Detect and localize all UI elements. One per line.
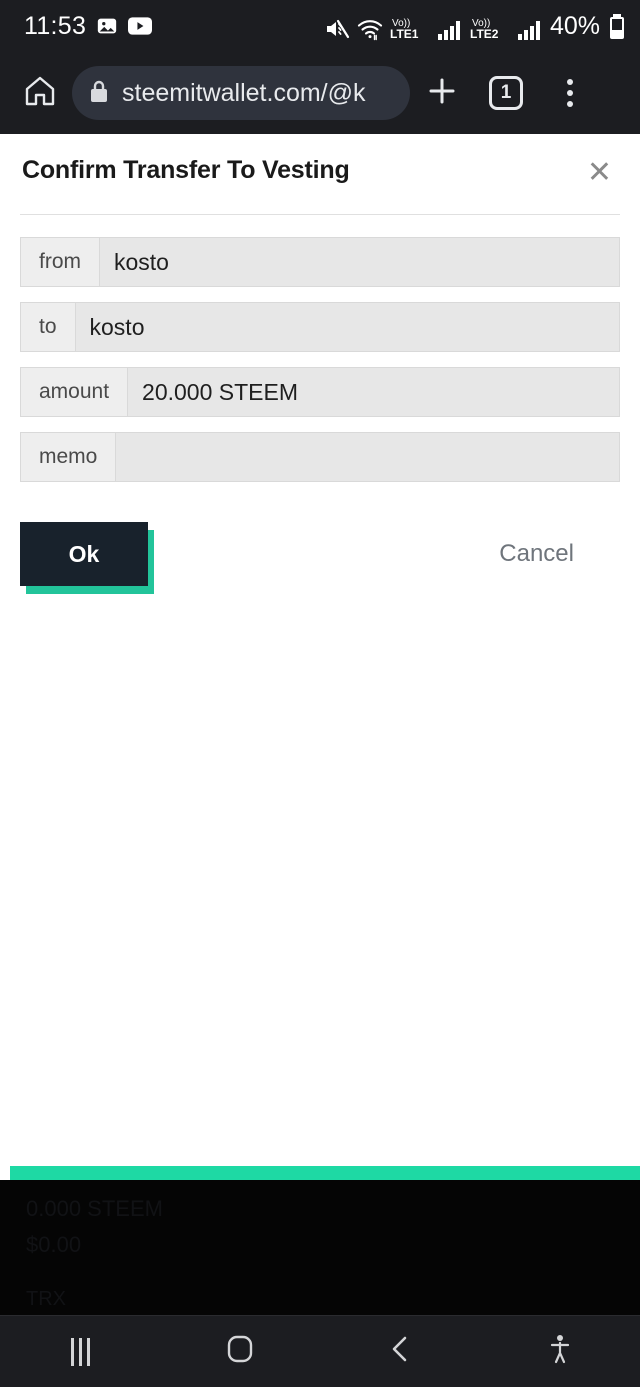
ok-button-wrapper: Ok (20, 522, 154, 594)
home-icon (23, 74, 57, 113)
overflow-menu-icon (567, 79, 573, 107)
page-content: Confirm Transfer To Vesting ✕ from kosto… (0, 134, 640, 1166)
header-divider (20, 214, 620, 215)
recents-icon (70, 1337, 90, 1366)
accent-bar (10, 1166, 640, 1180)
svg-text:LTE1: LTE1 (390, 27, 419, 41)
svg-text:LTE2: LTE2 (470, 27, 499, 41)
field-value-from: kosto (100, 238, 619, 286)
signal1-icon (437, 17, 463, 41)
home-square-icon (225, 1334, 255, 1369)
accessibility-button[interactable] (515, 1316, 605, 1387)
lock-icon (88, 78, 110, 109)
home-button[interactable] (195, 1316, 285, 1387)
volte1-icon: Vo)) LTE1 (390, 15, 430, 41)
field-value-amount: 20.000 STEEM (128, 368, 619, 416)
back-chevron-icon (387, 1334, 413, 1369)
field-label-to: to (21, 303, 76, 351)
field-value-to: kosto (75, 303, 619, 351)
youtube-icon (128, 17, 153, 35)
cancel-button[interactable]: Cancel (499, 540, 620, 568)
status-time: 11:53 (24, 11, 87, 40)
close-icon[interactable]: ✕ (581, 156, 618, 190)
dialog-header: Confirm Transfer To Vesting ✕ (0, 134, 640, 190)
volte2-icon: Vo)) LTE2 (470, 15, 510, 41)
battery-icon (608, 13, 626, 41)
field-row-from: from kosto (20, 237, 620, 287)
battery-percent: 40% (549, 11, 600, 40)
transfer-field-list: from kosto to kosto amount 20.000 STEEM … (0, 237, 640, 482)
android-nav-bar (0, 1315, 640, 1387)
url-bar[interactable]: steemitwallet.com/@k (72, 66, 410, 120)
tab-switcher-button[interactable]: 1 (474, 76, 538, 110)
field-value-memo (116, 433, 619, 481)
tab-count-badge: 1 (489, 76, 523, 110)
signal2-icon (517, 17, 543, 41)
dim-text-value: $0.00 (26, 1232, 82, 1257)
new-tab-button[interactable] (410, 74, 474, 113)
field-label-amount: amount (21, 368, 129, 416)
url-text: steemitwallet.com/@k (122, 78, 366, 107)
dimmed-background-region: 0.000 STEEM $0.00 TRX (0, 1180, 640, 1315)
field-row-to: to kosto (20, 302, 620, 352)
field-row-memo: memo (20, 432, 620, 482)
status-bar-left: 11:53 (24, 11, 153, 41)
accessibility-icon (546, 1333, 574, 1370)
status-bar: 11:53 Vo)) LTE1 Vo)) LTE2 40% (0, 0, 640, 52)
mute-icon (324, 17, 350, 41)
ok-button[interactable]: Ok (20, 522, 148, 586)
field-label-from: from (21, 238, 100, 286)
dialog-actions: Ok Cancel (0, 514, 640, 594)
photo-icon (96, 15, 118, 37)
status-bar-right: Vo)) LTE1 Vo)) LTE2 40% (324, 12, 626, 41)
recents-button[interactable] (35, 1316, 125, 1387)
dim-text-balance: 0.000 STEEM (26, 1196, 163, 1221)
browser-toolbar: steemitwallet.com/@k 1 (0, 52, 640, 134)
browser-menu-button[interactable] (538, 79, 602, 107)
field-row-amount: amount 20.000 STEEM (20, 367, 620, 417)
back-button[interactable] (355, 1316, 445, 1387)
field-label-memo: memo (21, 433, 117, 481)
plus-icon (425, 74, 459, 113)
page-title: Confirm Transfer To Vesting (22, 156, 350, 184)
dim-text-label: TRX (26, 1288, 66, 1310)
phone-screen: 11:53 Vo)) LTE1 Vo)) LTE2 40% steemitwal… (0, 0, 640, 1387)
wifi-icon (357, 17, 383, 41)
browser-home-button[interactable] (12, 74, 68, 113)
